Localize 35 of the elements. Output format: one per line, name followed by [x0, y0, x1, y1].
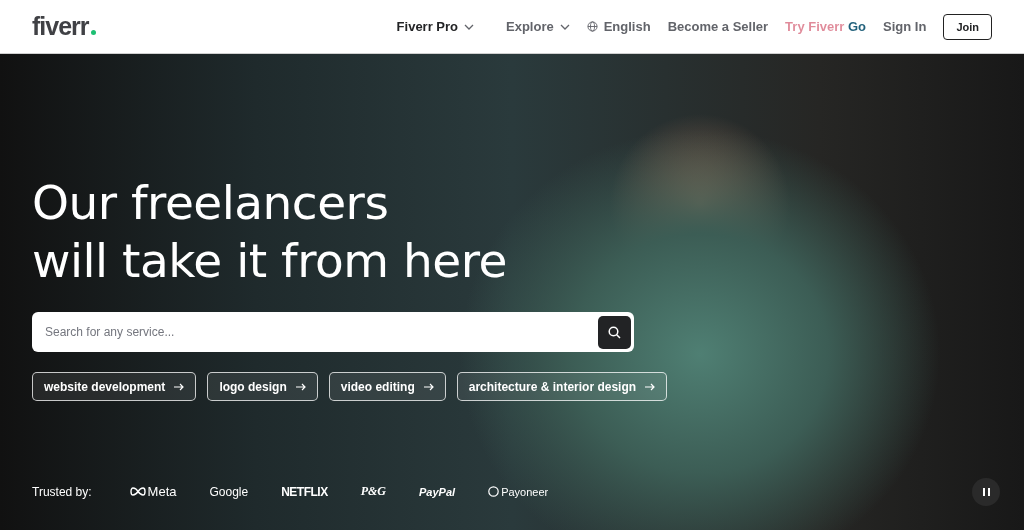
- headline-line: will take it from here: [32, 232, 507, 290]
- logo[interactable]: fiverr: [32, 12, 89, 41]
- headline-line: Our freelancers: [32, 174, 389, 232]
- circle-icon: [488, 486, 500, 497]
- arrow-icon: [174, 382, 185, 391]
- search-bar[interactable]: Search for any service...: [32, 312, 634, 352]
- search-button[interactable]: [598, 315, 631, 349]
- trusted-by-label: Trusted by:: [32, 484, 92, 499]
- infinity-icon: [129, 487, 146, 496]
- suggestion-chip[interactable]: video editing: [328, 372, 446, 401]
- suggestion-chip[interactable]: architecture & interior design: [456, 372, 668, 401]
- brand-logo: Payoneer: [501, 485, 549, 498]
- brand-logo: NETFLIX: [281, 484, 328, 499]
- caret-icon: [464, 23, 474, 30]
- suggestion-chip[interactable]: logo design: [207, 372, 318, 401]
- brand-logo: Meta: [147, 484, 177, 499]
- nav-dropdown[interactable]: Fiverr Pro: [396, 19, 474, 34]
- arrow-icon: [423, 382, 434, 391]
- logo-dot-icon: [90, 30, 96, 35]
- brand-logo: PayPal: [419, 485, 456, 498]
- arrow-icon: [295, 382, 306, 391]
- search-icon: [608, 325, 621, 339]
- nav-dropdown[interactable]: Explore: [506, 19, 570, 34]
- globe-icon: [586, 21, 598, 32]
- pause-icon: [982, 488, 990, 496]
- brand-logo: Google: [209, 484, 249, 499]
- arrow-icon: [645, 382, 656, 391]
- nav-link[interactable]: Sign In: [883, 19, 927, 34]
- suggestion-chip[interactable]: website development: [32, 372, 197, 401]
- caret-icon: [559, 23, 570, 30]
- language-link[interactable]: English: [586, 19, 651, 34]
- join-button[interactable]: Join: [943, 13, 992, 40]
- search-field[interactable]: Search for any service...: [43, 324, 598, 340]
- brand-logo: P&G: [360, 484, 387, 499]
- nav-link[interactable]: Become a Seller: [667, 19, 769, 34]
